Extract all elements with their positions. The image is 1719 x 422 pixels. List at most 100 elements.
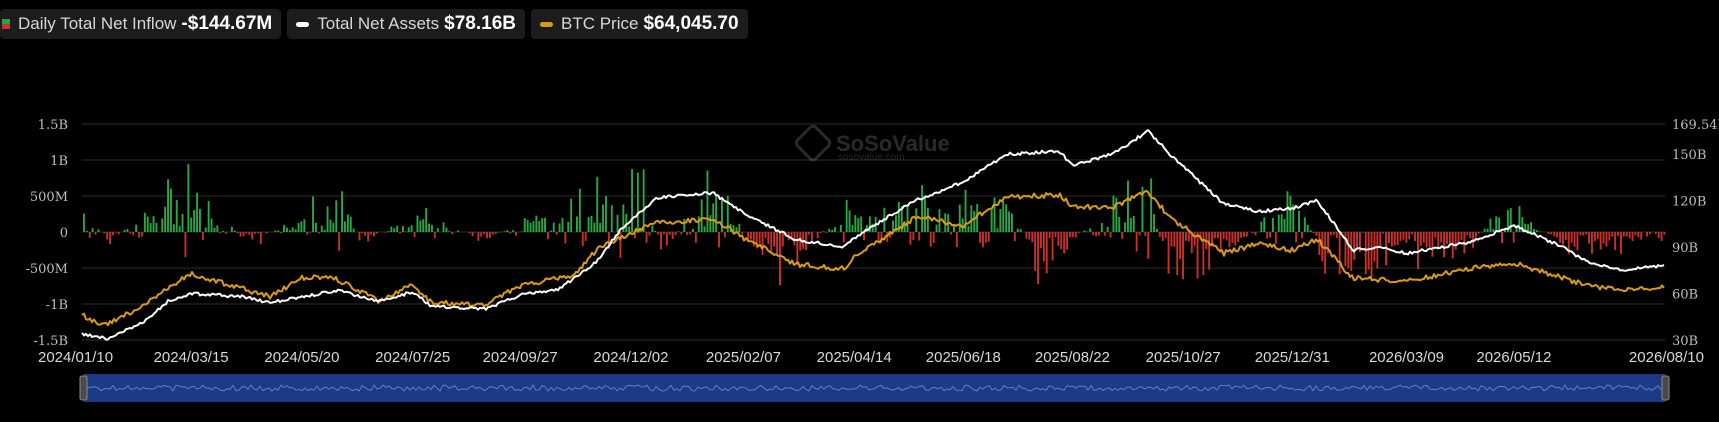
inflow-bar — [152, 216, 155, 232]
inflow-bar — [1382, 232, 1385, 234]
x-tick-label: 2025/10/27 — [1146, 349, 1221, 366]
inflow-bar — [332, 222, 335, 232]
inflow-bar — [1251, 232, 1254, 234]
inflow-bar — [1657, 232, 1660, 239]
inflow-bar — [984, 232, 987, 243]
inflow-bar — [1060, 232, 1063, 250]
inflow-bar — [779, 232, 781, 286]
inflow-bar — [1225, 232, 1228, 241]
inflow-bar — [1266, 232, 1269, 239]
inflow-bar — [155, 223, 158, 232]
inflow-bar — [683, 218, 686, 232]
right-tick-label: 60B — [1672, 288, 1698, 303]
inflow-bar — [94, 232, 97, 235]
inflow-bar — [950, 232, 952, 235]
inflow-bar — [138, 232, 140, 238]
inflow-bar — [1077, 232, 1080, 233]
inflow-bar — [1399, 232, 1402, 241]
inflow-bar — [906, 205, 909, 232]
left-tick-label: 0 — [60, 226, 68, 241]
inflow-bar — [541, 218, 544, 232]
inflow-bar — [1147, 232, 1150, 259]
range-navigator[interactable] — [79, 374, 1670, 402]
inflow-bar — [1553, 232, 1556, 237]
etf-flow-chart[interactable]: 1.5B 1B 500M 0 -500M -1B -1.5B 169.54B 150B 120B… — [0, 0, 1719, 422]
x-axis: 2024/01/10 2024/03/15 2024/05/20 2024/07/25… — [38, 349, 1704, 366]
inflow-bar — [384, 232, 387, 233]
inflow-bar — [416, 215, 419, 232]
inflow-bar — [921, 185, 923, 232]
x-tick-label: 2026/05/12 — [1476, 349, 1551, 366]
inflow-bar — [323, 229, 326, 232]
inflow-bar — [1396, 232, 1399, 245]
inflow-bar — [367, 232, 370, 242]
inflow-bar — [346, 214, 349, 232]
inflow-bar — [312, 196, 314, 232]
inflow-bar — [1100, 223, 1103, 232]
inflow-bar — [236, 232, 239, 234]
inflow-bar — [1390, 232, 1393, 247]
inflow-bar — [651, 225, 654, 232]
inflow-bar — [700, 199, 703, 232]
navigator-right-handle[interactable] — [1661, 375, 1670, 401]
inflow-bar — [1002, 201, 1005, 232]
left-tick-label: -500M — [25, 262, 68, 277]
inflow-bar — [407, 227, 410, 232]
inflow-bar — [1364, 232, 1367, 275]
inflow-bar — [239, 232, 242, 237]
inflow-bar — [770, 232, 773, 253]
inflow-bar — [587, 217, 590, 232]
inflow-bar — [248, 232, 251, 235]
inflow-bar — [1533, 229, 1535, 232]
inflow-bar — [265, 232, 268, 234]
inflow-bar — [1150, 178, 1153, 232]
inflow-bar — [767, 232, 770, 245]
watermark-site: sosovalue.com — [838, 152, 905, 163]
navigator-left-handle[interactable] — [79, 375, 88, 401]
inflow-bar — [1124, 222, 1126, 232]
inflow-bar — [1379, 232, 1382, 248]
inflow-bar — [1179, 232, 1182, 259]
inflow-bar — [1167, 232, 1170, 274]
inflow-bar — [233, 230, 236, 232]
inflow-bar — [370, 232, 372, 235]
inflow-bar — [831, 229, 834, 232]
inflow-bar — [657, 232, 660, 235]
inflow-bar — [364, 232, 367, 236]
inflow-bar — [1202, 232, 1205, 275]
inflow-bar — [1440, 232, 1443, 243]
inflow-bar — [1283, 219, 1286, 232]
inflow-bar — [1628, 232, 1631, 239]
inflow-bar — [1071, 232, 1074, 238]
inflow-bar — [1660, 232, 1663, 241]
inflow-bar — [1408, 232, 1411, 240]
inflow-bar — [1208, 232, 1211, 270]
inflow-bar — [999, 209, 1002, 232]
inflow-bar — [274, 230, 277, 232]
inflow-bar — [1069, 232, 1071, 238]
inflow-bar — [1161, 232, 1164, 241]
inflow-bar — [251, 232, 254, 240]
inflow-bar — [1272, 218, 1274, 232]
inflow-bar — [663, 232, 665, 235]
inflow-bar — [1289, 195, 1292, 232]
inflow-bar — [1605, 232, 1608, 247]
inflow-bar — [1419, 232, 1422, 246]
inflow-bar — [402, 226, 404, 232]
inflow-bar — [433, 232, 436, 239]
right-tick-label: 90B — [1672, 241, 1698, 256]
inflow-bar — [1127, 180, 1129, 232]
inflow-bar — [1414, 232, 1416, 242]
inflow-bar — [532, 221, 535, 232]
inflow-bar — [1402, 232, 1405, 240]
left-axis: 1.5B 1B 500M 0 -500M -1B -1.5B — [25, 118, 68, 349]
inflow-bar — [1031, 232, 1034, 243]
inflow-bar — [178, 226, 181, 232]
inflow-bar — [1614, 232, 1617, 251]
inflow-bar — [1074, 232, 1077, 238]
inflow-bar — [242, 232, 245, 237]
inflow-bar — [1182, 232, 1184, 280]
inflow-bar — [129, 232, 132, 234]
inflow-bar — [671, 232, 674, 239]
inflow-bar — [1617, 232, 1619, 236]
